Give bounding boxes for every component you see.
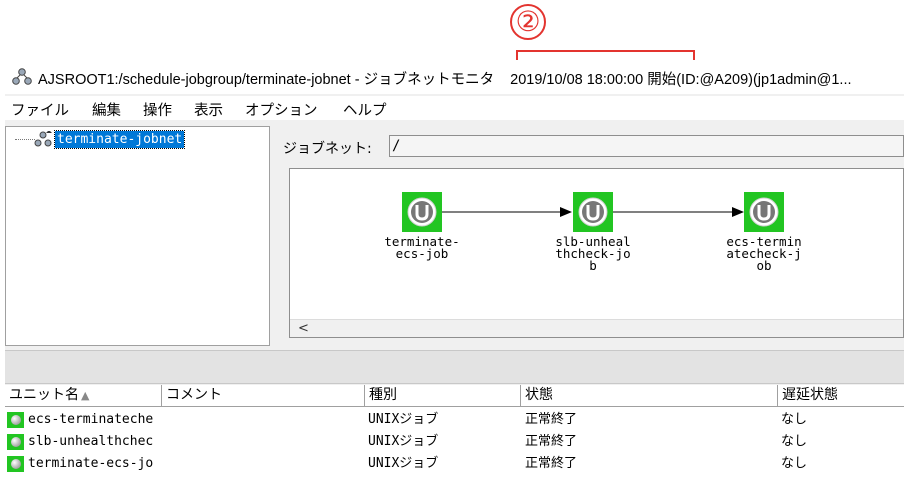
cell-delay-status: なし xyxy=(781,434,808,449)
jobnet-map-canvas: terminate- ecs-job slb-unheal thcheck-jo… xyxy=(289,168,904,338)
chevron-left-icon[interactable]: < xyxy=(298,321,309,336)
cell-status: 正常終了 xyxy=(525,456,578,471)
title-bar: AJSROOT1:/schedule-jobgroup/terminate-jo… xyxy=(5,60,904,94)
column-header-status[interactable]: 状態 xyxy=(521,385,778,407)
status-ok-icon xyxy=(7,434,24,450)
menu-bar: ファイル 編集 操作 表示 オプション ヘルプ xyxy=(5,96,904,120)
cell-unit-name: ecs-terminateche xyxy=(28,412,154,427)
status-ok-icon xyxy=(7,412,24,428)
unix-job-icon[interactable] xyxy=(573,192,613,232)
menu-view[interactable]: 表示 xyxy=(194,99,223,120)
cell-type: UNIXジョブ xyxy=(368,412,439,427)
jobnet-icon xyxy=(34,131,52,147)
job-label-slb-unhealthcheck-job: slb-unheal thcheck-jo b xyxy=(555,234,631,273)
job-label-ecs-terminatecheck-job: ecs-termin atecheck-j ob xyxy=(726,234,802,273)
cell-status: 正常終了 xyxy=(525,434,578,449)
menu-options[interactable]: オプション xyxy=(245,99,318,120)
table-header: ユニット名 ▲ コメント 種別 状態 遅延状態 xyxy=(5,385,904,407)
cell-type: UNIXジョブ xyxy=(368,434,439,449)
window-title: AJSROOT1:/schedule-jobgroup/terminate-jo… xyxy=(38,68,852,89)
jobnet-app-icon xyxy=(12,68,32,85)
jobnet-path-label: ジョブネット: xyxy=(283,141,372,157)
horizontal-scrollbar[interactable]: < xyxy=(290,319,903,337)
pane-splitter[interactable] xyxy=(5,350,904,384)
arrow-head-icon xyxy=(560,207,572,217)
column-header-delay-status[interactable]: 遅延状態 xyxy=(778,385,904,407)
window-title-start-info: 2019/10/08 18:00:00 開始(ID:@A209)(jp1admi… xyxy=(510,72,852,88)
sort-ascending-icon: ▲ xyxy=(81,389,90,402)
status-ok-icon xyxy=(7,456,24,472)
cell-unit-name: slb-unhealthchec xyxy=(28,434,154,449)
cell-delay-status: なし xyxy=(781,412,808,427)
cell-status: 正常終了 xyxy=(525,412,578,427)
menu-help[interactable]: ヘルプ xyxy=(343,99,387,120)
window-title-path: AJSROOT1:/schedule-jobgroup/terminate-jo… xyxy=(38,72,495,88)
column-header-unit-name[interactable]: ユニット名 ▲ xyxy=(5,385,162,407)
unix-job-icon[interactable] xyxy=(744,192,784,232)
annotation-number-2: ② xyxy=(510,4,546,40)
unit-tree: terminate-jobnet xyxy=(5,126,270,346)
menu-file[interactable]: ファイル xyxy=(11,99,69,120)
arrow-head-icon xyxy=(732,207,744,217)
table-row[interactable]: terminate-ecs-jo UNIXジョブ 正常終了 なし xyxy=(5,453,904,475)
unix-job-icon[interactable] xyxy=(402,192,442,232)
column-header-comment[interactable]: コメント xyxy=(162,385,365,407)
jobnet-monitor-window: AJSROOT1:/schedule-jobgroup/terminate-jo… xyxy=(5,60,904,488)
jobnet-map-pane: ジョブネット: / terminate- ecs-job slb-unheal … xyxy=(273,126,904,346)
jobnet-path-field[interactable]: / xyxy=(389,135,904,157)
tree-connector xyxy=(15,139,35,140)
tree-item-terminate-jobnet[interactable]: terminate-jobnet xyxy=(53,130,186,149)
column-header-type[interactable]: 種別 xyxy=(365,385,521,407)
cell-type: UNIXジョブ xyxy=(368,456,439,471)
menu-edit[interactable]: 編集 xyxy=(92,99,121,120)
menu-operation[interactable]: 操作 xyxy=(143,99,172,120)
table-row[interactable]: ecs-terminateche UNIXジョブ 正常終了 なし xyxy=(5,409,904,431)
unit-list-table: ユニット名 ▲ コメント 種別 状態 遅延状態 ecs-terminateche … xyxy=(5,385,904,488)
table-row[interactable]: slb-unhealthchec UNIXジョブ 正常終了 なし xyxy=(5,431,904,453)
cell-delay-status: なし xyxy=(781,456,808,471)
cell-unit-name: terminate-ecs-jo xyxy=(28,456,154,471)
job-label-terminate-ecs-job: terminate- ecs-job xyxy=(384,234,460,261)
